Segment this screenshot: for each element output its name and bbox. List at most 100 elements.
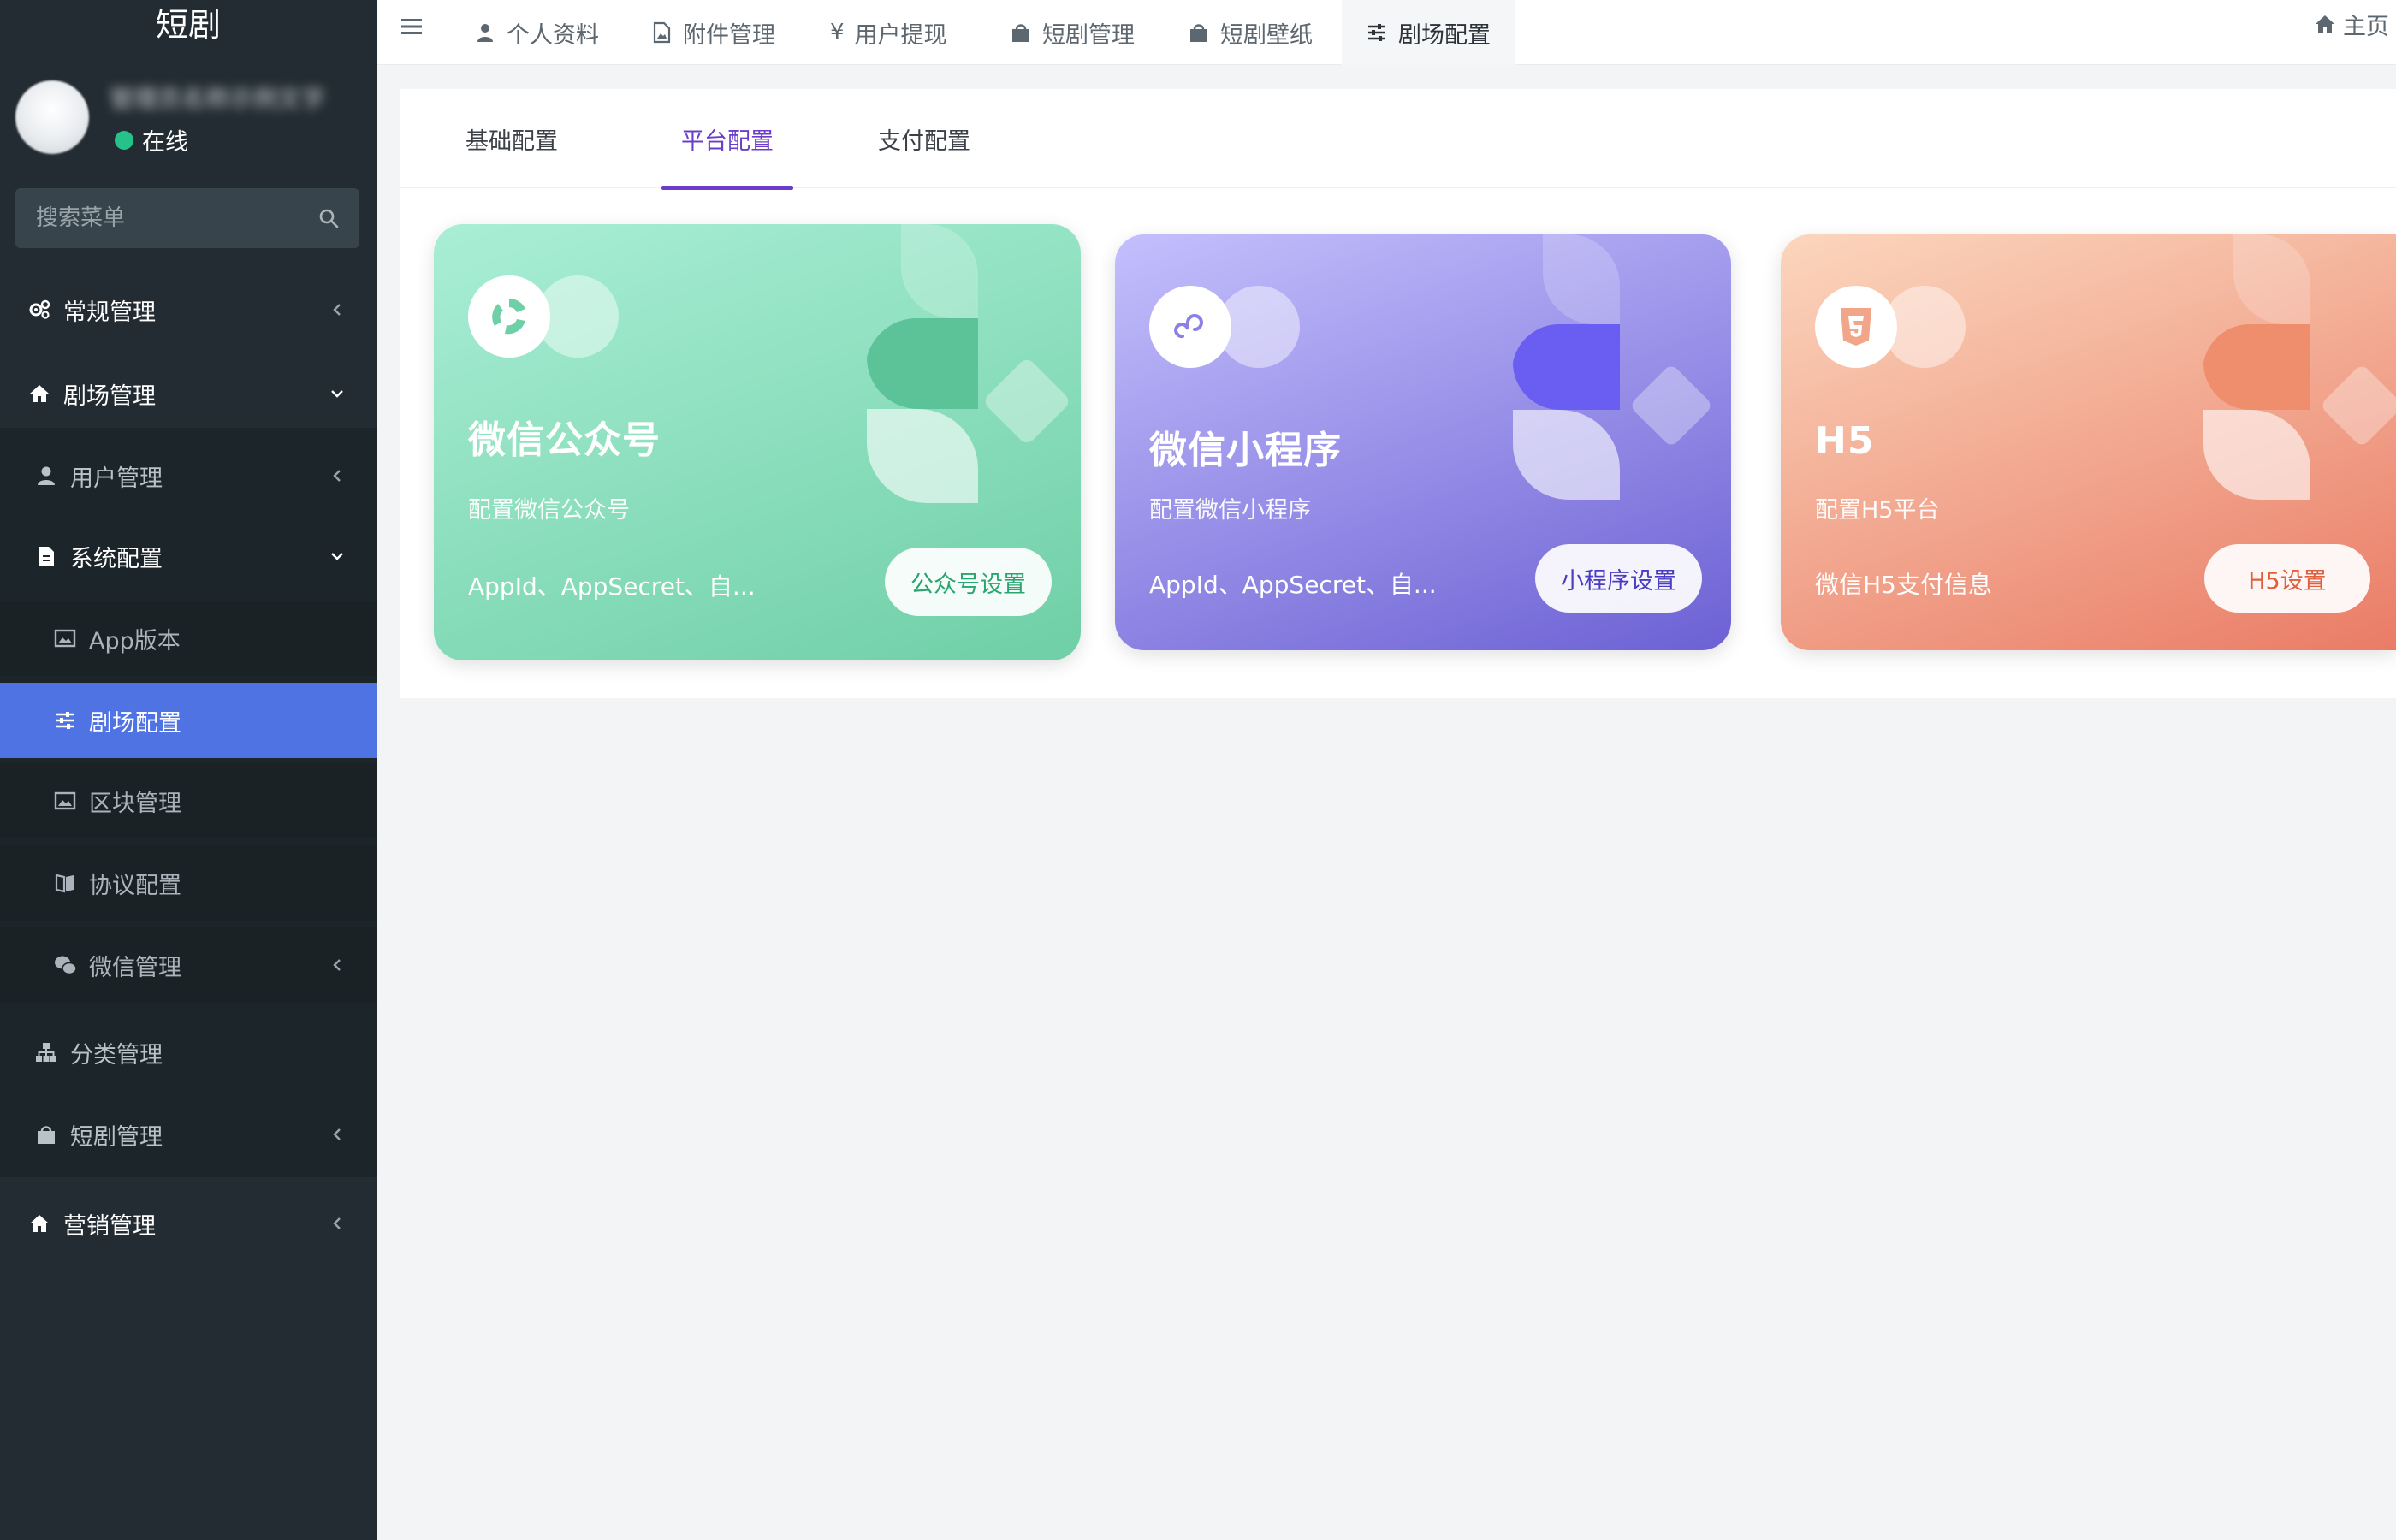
sidebar-item-label: 营销管理 bbox=[63, 1212, 156, 1240]
menu-search-input[interactable] bbox=[36, 205, 318, 231]
chevron-down-icon bbox=[331, 553, 343, 560]
card-description: 微信H5支付信息 bbox=[1815, 571, 1992, 599]
card-title: 微信公众号 bbox=[468, 418, 661, 462]
nav-tab-label: 短剧壁纸 bbox=[1220, 21, 1313, 49]
nav-tab-label: 附件管理 bbox=[683, 21, 775, 49]
top-nav: 个人资料 附件管理 ¥ 用户提现 短剧管理 短剧壁纸 剧场配置 主页 bbox=[377, 0, 2396, 65]
card-subtitle: 配置微信小程序 bbox=[1149, 497, 1311, 524]
sidebar-item-theater[interactable]: 剧场管理 bbox=[0, 356, 377, 431]
wechat-official-icon bbox=[468, 275, 550, 358]
tab-basic-config[interactable]: 基础配置 bbox=[446, 89, 578, 188]
card-wechat-mini-program: 微信小程序 配置微信小程序 AppId、AppSecret、自... 小程序设置 bbox=[1115, 234, 1731, 650]
nav-tab-label: 短剧管理 bbox=[1042, 21, 1135, 49]
sidebar-item-label: 微信管理 bbox=[89, 954, 181, 981]
sidebar-item-label: 短剧管理 bbox=[70, 1123, 163, 1151]
gears-icon bbox=[29, 299, 50, 319]
chevron-left-icon bbox=[333, 470, 341, 482]
sidebar-item-system-config[interactable]: 系统配置 bbox=[0, 518, 377, 594]
brand-title[interactable]: 短剧 bbox=[0, 0, 377, 50]
card-title: 微信小程序 bbox=[1149, 429, 1342, 472]
home-icon bbox=[2316, 15, 2334, 33]
chevron-left-icon bbox=[333, 304, 341, 316]
home-link[interactable]: 主页 bbox=[2314, 0, 2389, 48]
sidebar-item-label: 协议配置 bbox=[89, 872, 181, 899]
card-wechat-official: 微信公众号 配置微信公众号 AppId、AppSecret、自... 公众号设置 bbox=[434, 224, 1081, 660]
sitemap-icon bbox=[36, 1043, 56, 1062]
sidebar-item-category[interactable]: 分类管理 bbox=[0, 1015, 377, 1090]
bag-icon bbox=[1190, 24, 1207, 42]
user-icon bbox=[477, 24, 493, 42]
nav-tab-short-drama[interactable]: 短剧管理 bbox=[986, 0, 1159, 65]
user-icon bbox=[38, 466, 55, 485]
wechat-icon bbox=[55, 956, 77, 975]
home-link-label: 主页 bbox=[2343, 13, 2389, 40]
status-dot-icon bbox=[115, 130, 133, 150]
sidebar-item-label: App版本 bbox=[89, 627, 181, 654]
sidebar-item-general[interactable]: 常规管理 bbox=[0, 272, 377, 347]
sliders-icon bbox=[56, 712, 74, 729]
nav-tab-label: 用户提现 bbox=[854, 21, 947, 49]
nav-tab-profile[interactable]: 个人资料 bbox=[450, 0, 623, 65]
tab-payment-config[interactable]: 支付配置 bbox=[858, 89, 990, 188]
app-root: 短剧 管理员名称示例文字 在线 搜索菜单 常规管理 剧场管理 用户管理 系统配置… bbox=[0, 0, 2396, 1540]
chevron-down-icon bbox=[331, 390, 343, 398]
menu-search bbox=[15, 188, 359, 248]
hamburger-menu-icon[interactable] bbox=[400, 15, 423, 38]
file-image-icon bbox=[653, 21, 671, 44]
sliders-icon bbox=[1368, 24, 1385, 41]
chevron-left-icon bbox=[333, 1217, 341, 1229]
wechat-official-settings-button[interactable]: 公众号设置 bbox=[885, 548, 1052, 616]
sidebar-item-label: 用户管理 bbox=[70, 465, 163, 492]
tab-platform-config[interactable]: 平台配置 bbox=[661, 89, 793, 190]
nav-tab-label: 个人资料 bbox=[507, 21, 599, 49]
mini-program-icon bbox=[1149, 286, 1231, 368]
bag-icon bbox=[38, 1126, 55, 1144]
search-icon[interactable] bbox=[318, 208, 339, 228]
nav-tab-label: 剧场配置 bbox=[1398, 21, 1491, 49]
content-panel: 基础配置 平台配置 支付配置 微信公众号 配置微信公众号 AppId、AppSe… bbox=[400, 89, 2396, 698]
sidebar-item-label: 剧场配置 bbox=[89, 709, 181, 737]
chevron-left-icon bbox=[333, 959, 341, 971]
nav-tab-theater-config[interactable]: 剧场配置 bbox=[1342, 0, 1515, 65]
sidebar: 短剧 管理员名称示例文字 在线 搜索菜单 常规管理 剧场管理 用户管理 系统配置… bbox=[0, 0, 377, 1540]
avatar[interactable] bbox=[15, 80, 89, 154]
sidebar-item-wechat[interactable]: 微信管理 bbox=[0, 927, 377, 1003]
book-icon bbox=[55, 874, 74, 893]
card-subtitle: 配置微信公众号 bbox=[468, 497, 630, 524]
yen-icon: ¥ bbox=[830, 20, 845, 45]
image-icon bbox=[54, 629, 76, 648]
image-icon bbox=[54, 791, 76, 810]
sidebar-item-short-drama[interactable]: 短剧管理 bbox=[0, 1097, 377, 1172]
user-name: 管理员名称示例文字 bbox=[110, 85, 326, 113]
sidebar-item-marketing[interactable]: 营销管理 bbox=[0, 1186, 377, 1261]
html5-icon bbox=[1815, 286, 1897, 368]
bag-icon bbox=[1012, 24, 1029, 42]
card-h5: H5 配置H5平台 微信H5支付信息 H5设置 bbox=[1781, 234, 2396, 650]
card-title: H5 bbox=[1815, 419, 1875, 463]
sidebar-item-agreement[interactable]: 协议配置 bbox=[0, 845, 377, 921]
config-tabs: 基础配置 平台配置 支付配置 bbox=[400, 89, 2396, 190]
file-icon bbox=[39, 547, 54, 566]
card-description: AppId、AppSecret、自... bbox=[468, 572, 756, 601]
sidebar-item-app-version[interactable]: App版本 bbox=[0, 601, 377, 676]
sidebar-item-users[interactable]: 用户管理 bbox=[0, 438, 377, 513]
mini-program-settings-button[interactable]: 小程序设置 bbox=[1535, 544, 1702, 613]
chevron-left-icon bbox=[333, 1128, 341, 1140]
status-text: 在线 bbox=[142, 129, 188, 156]
online-status: 在线 bbox=[115, 123, 188, 157]
user-panel: 管理员名称示例文字 在线 bbox=[0, 74, 377, 168]
home-icon bbox=[30, 1215, 49, 1232]
sidebar-item-theater-config[interactable]: 剧场配置 bbox=[0, 683, 377, 758]
sidebar-item-block[interactable]: 区块管理 bbox=[0, 763, 377, 838]
card-description: AppId、AppSecret、自... bbox=[1149, 571, 1437, 599]
sidebar-item-label: 区块管理 bbox=[89, 790, 181, 817]
h5-settings-button[interactable]: H5设置 bbox=[2204, 544, 2370, 613]
card-subtitle: 配置H5平台 bbox=[1815, 497, 1940, 524]
nav-tab-attachments[interactable]: 附件管理 bbox=[626, 0, 799, 65]
sidebar-item-label: 剧场管理 bbox=[63, 382, 156, 410]
sidebar-item-label: 系统配置 bbox=[70, 545, 163, 572]
nav-tab-withdraw[interactable]: ¥ 用户提现 bbox=[806, 0, 971, 65]
nav-tab-wallpaper[interactable]: 短剧壁纸 bbox=[1164, 0, 1337, 65]
sidebar-item-label: 常规管理 bbox=[63, 299, 156, 326]
home-icon bbox=[30, 385, 49, 402]
